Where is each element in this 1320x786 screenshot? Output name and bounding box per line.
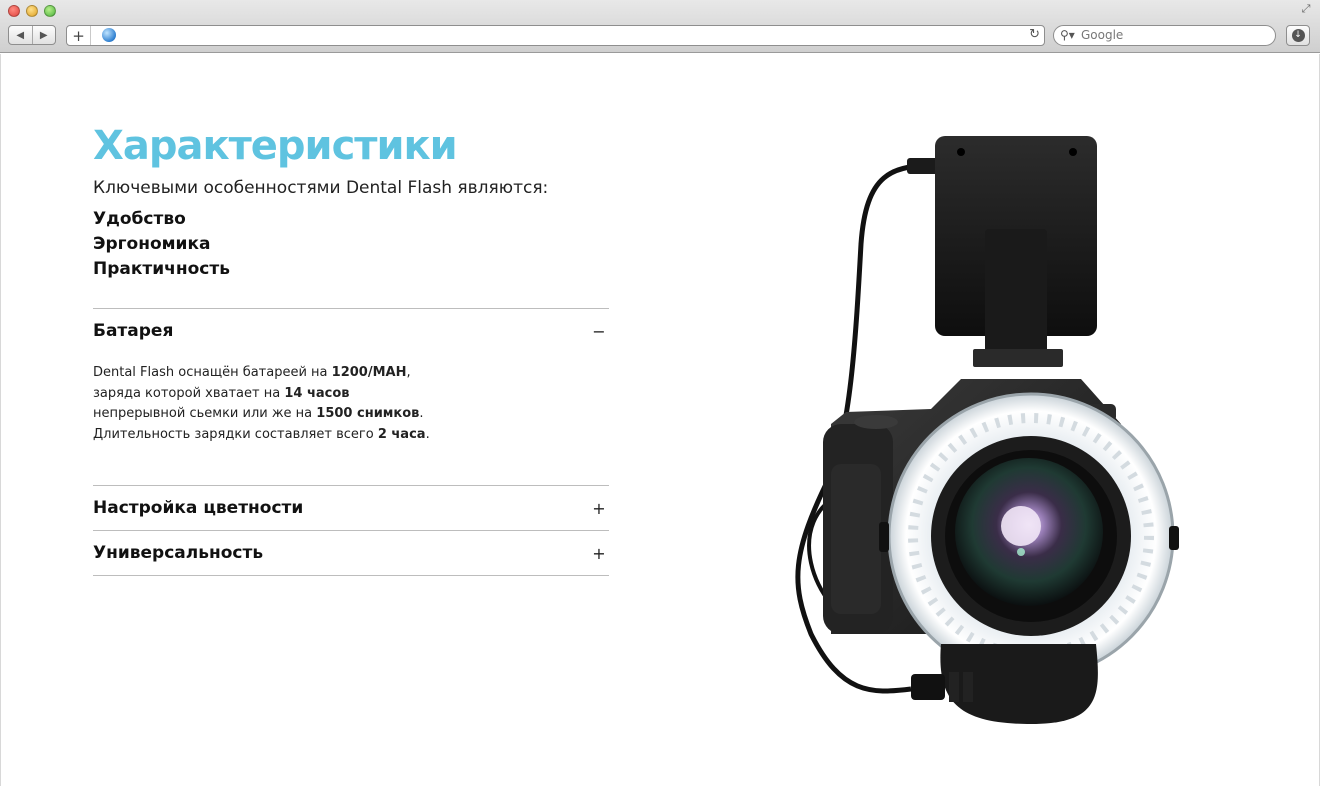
body-strong: 2 часа [377,426,426,442]
accordion-title: Универсальность [93,543,264,563]
history-nav: ◀ ▶ [8,25,56,45]
feature-list: Удобство Эргономика Практичность [93,207,609,282]
lead-text: Ключевыми особенностями Dental Flash явл… [93,178,549,198]
reload-button[interactable]: ↻ [1029,27,1040,42]
zoom-window-button[interactable] [44,5,56,17]
search-field[interactable]: ⚲▾ Google [1053,25,1276,46]
accordion: Батарея − Dental Flash оснащён батареей … [93,308,609,576]
body-text: . [425,426,430,442]
downloads-button[interactable]: ↓ [1286,25,1310,46]
search-icon: ⚲▾ [1060,28,1075,42]
collapse-icon[interactable]: − [589,322,609,341]
body-strong: 14 часов [284,385,350,401]
accordion-body-battery: Dental Flash оснащён батареей на 1200/MA… [93,353,609,485]
page-title: Характеристики [93,123,458,169]
accordion-header-battery[interactable]: Батарея − [93,309,609,353]
add-bookmark-button[interactable]: + [67,26,91,45]
download-icon: ↓ [1291,29,1305,42]
globe-icon [102,28,116,42]
body-strong: 1500 снимков [316,406,420,421]
window-controls [8,5,56,17]
expand-icon[interactable]: + [589,544,609,563]
accordion-header-color[interactable]: Настройка цветности + [93,486,609,530]
expand-icon[interactable]: + [589,499,609,518]
forward-button[interactable]: ▶ [31,26,56,44]
browser-toolbar: ⤢ ◀ ▶ + ↻ ⚲▾ Google ↓ [0,0,1320,53]
accordion-header-universal[interactable]: Универсальность + [93,531,609,575]
feature-item: Удобство [93,209,186,229]
accordion-title: Настройка цветности [93,498,304,518]
features-section: Характеристики Ключевыми особенностями D… [93,122,609,576]
fullscreen-icon[interactable]: ⤢ [1300,3,1312,15]
plus-icon: + [72,26,85,45]
address-bar[interactable]: + ↻ [66,25,1045,46]
body-text: заряда которой хватает на [93,385,285,401]
accordion-item-battery: Батарея − Dental Flash оснащён батареей … [93,309,609,486]
web-page: Характеристики Ключевыми особенностями D… [0,54,1320,786]
body-text: Длительность зарядки составляет всего [93,426,378,442]
feature-item: Практичность [93,259,230,279]
body-text: непрерывной сьемки или же на [93,406,317,421]
body-text: , [406,365,411,380]
camera-ring-flash-image [795,136,1179,724]
back-button[interactable]: ◀ [9,26,32,44]
accordion-item-universal: Универсальность + [93,531,609,576]
forward-arrow-icon: ▶ [39,29,48,41]
minimize-window-button[interactable] [26,5,38,17]
reload-icon: ↻ [1029,27,1040,42]
close-window-button[interactable] [8,5,20,17]
accordion-item-color: Настройка цветности + [93,486,609,531]
search-placeholder: Google [1081,28,1124,42]
body-strong: 1200/MAH [331,365,407,380]
feature-item: Эргономика [93,234,211,254]
accordion-title: Батарея [93,321,174,341]
back-arrow-icon: ◀ [16,29,25,41]
body-text: . [419,406,424,421]
body-text: Dental Flash оснащён батареей на [93,365,332,380]
